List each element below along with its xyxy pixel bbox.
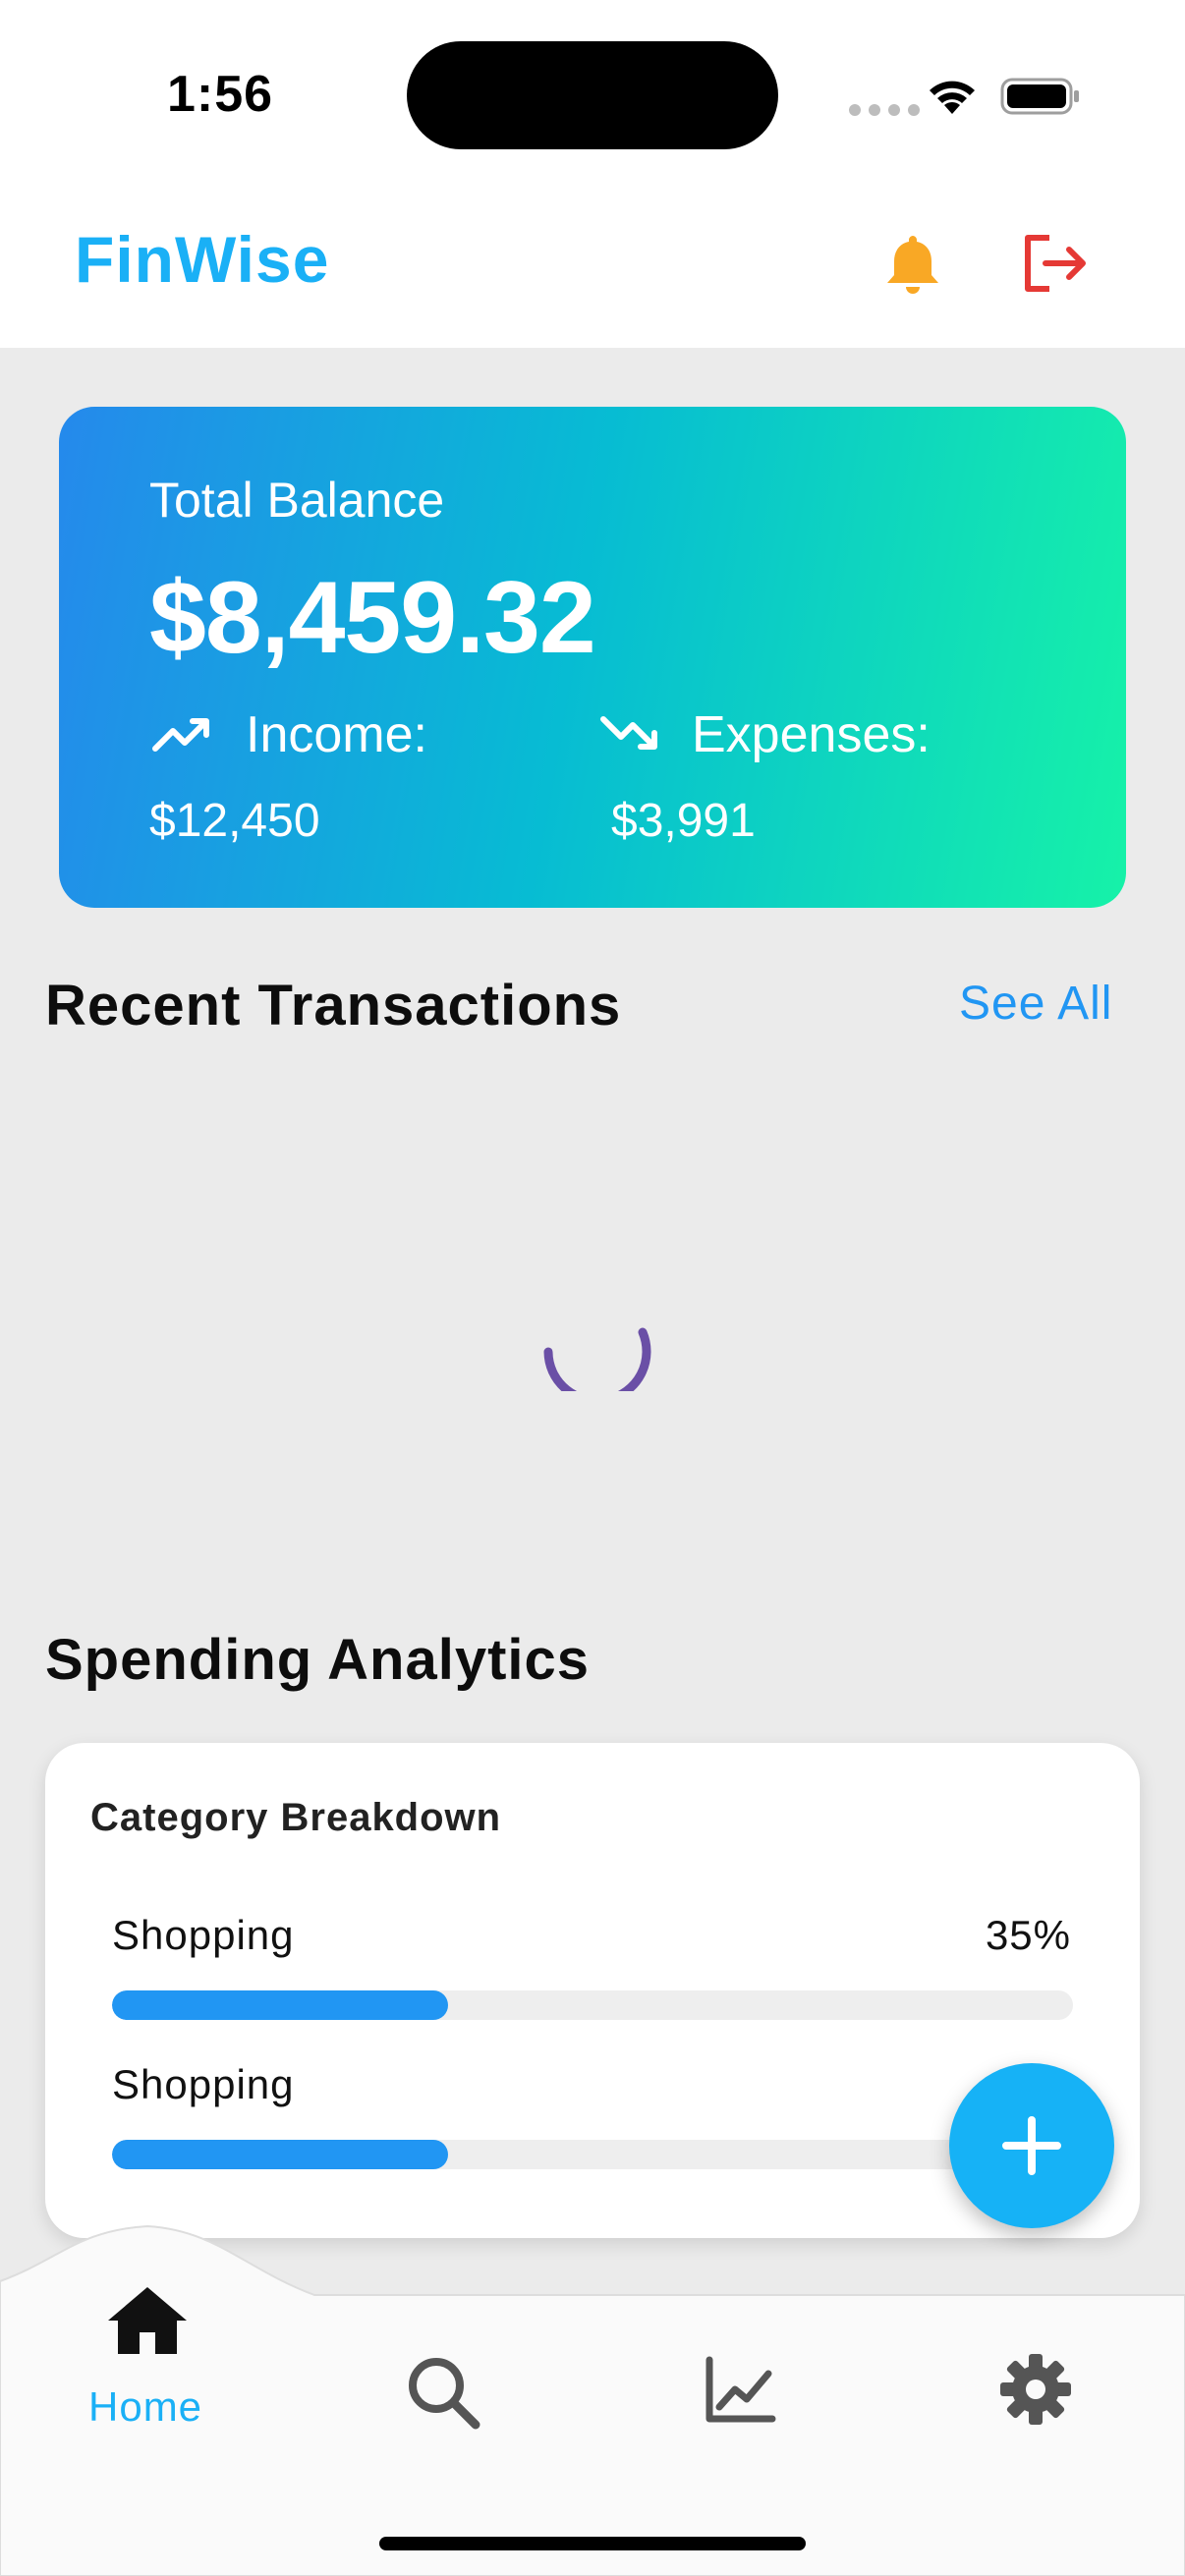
balance-label: Total Balance bbox=[149, 473, 445, 528]
category-progress-track bbox=[112, 1990, 1073, 2020]
cellular-icon bbox=[849, 104, 920, 116]
category-label: Shopping bbox=[112, 2061, 295, 2107]
battery-icon bbox=[1000, 78, 1079, 115]
recent-transactions-title: Recent Transactions bbox=[45, 974, 622, 1037]
balance-value: $8,459.32 bbox=[149, 561, 596, 675]
bell-icon[interactable] bbox=[882, 232, 943, 297]
home-indicator bbox=[379, 2537, 806, 2550]
balance-card[interactable]: Total Balance $8,459.32 Income: $12,450 … bbox=[59, 407, 1126, 908]
expenses-value: $3,991 bbox=[611, 795, 756, 847]
dynamic-island bbox=[407, 41, 778, 149]
wifi-icon bbox=[930, 81, 975, 114]
category-progress-fill bbox=[112, 1990, 449, 2020]
card-title: Category Breakdown bbox=[90, 1796, 502, 1839]
chart-icon[interactable] bbox=[704, 2356, 776, 2425]
trending-down-icon bbox=[600, 716, 657, 750]
screen: 1:56 FinWise Total Balance $8,459.32 Inc… bbox=[0, 0, 1185, 2576]
expenses-label: Expenses: bbox=[692, 706, 931, 763]
status-time: 1:56 bbox=[167, 66, 274, 123]
trending-up-icon bbox=[152, 718, 209, 752]
logout-icon[interactable] bbox=[1020, 232, 1089, 295]
loading-spinner bbox=[543, 1327, 651, 1391]
category-percent: 35% bbox=[985, 1912, 1071, 1958]
home-icon[interactable] bbox=[106, 2283, 189, 2356]
plus-icon bbox=[1002, 2116, 1061, 2175]
gear-icon[interactable] bbox=[998, 2352, 1073, 2427]
top-bar: 1:56 FinWise bbox=[0, 0, 1185, 348]
spending-analytics-title: Spending Analytics bbox=[45, 1628, 591, 1692]
app-title: FinWise bbox=[75, 223, 330, 296]
category-label: Shopping bbox=[112, 1912, 295, 1958]
income-label: Income: bbox=[246, 706, 427, 763]
income-value: $12,450 bbox=[149, 795, 320, 847]
nav-home-label[interactable]: Home bbox=[88, 2383, 202, 2431]
search-icon[interactable] bbox=[405, 2354, 481, 2431]
add-transaction-button[interactable] bbox=[949, 2063, 1114, 2228]
see-all-link[interactable]: See All bbox=[959, 977, 1112, 1031]
